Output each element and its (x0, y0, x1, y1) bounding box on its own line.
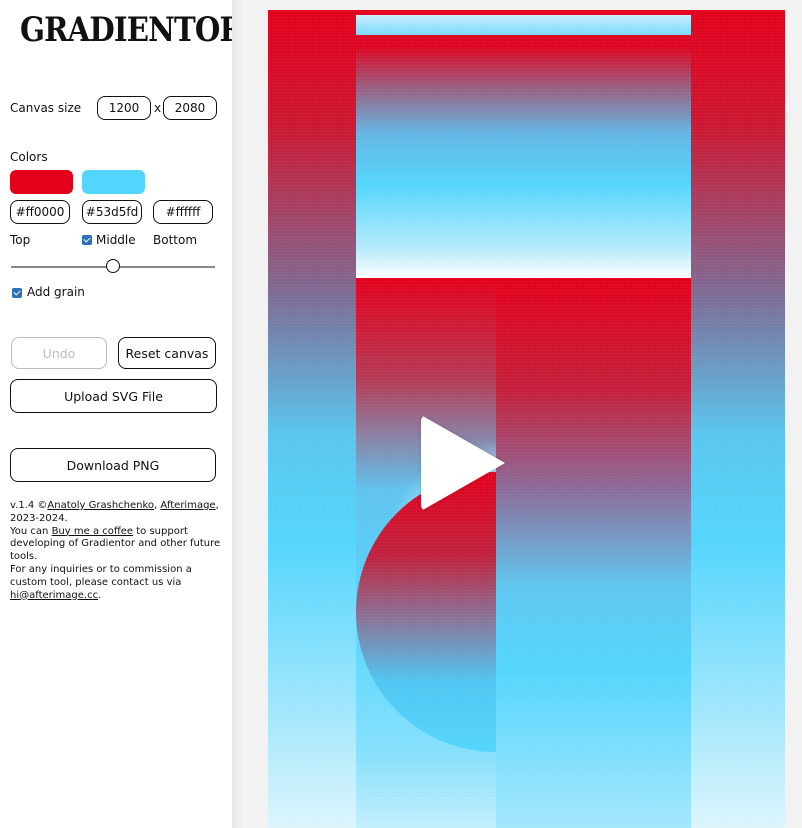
canvas-height-input[interactable]: 2080 (163, 96, 217, 120)
canvas-top-bar-shape (356, 15, 691, 35)
buy-coffee-link[interactable]: Buy me a coffee (52, 526, 133, 537)
sidebar-shadow (232, 0, 246, 828)
canvas-width-input[interactable]: 1200 (97, 96, 151, 120)
grain-checkbox[interactable] (12, 288, 22, 298)
bottom-color-hex-input[interactable]: #ffffff (153, 200, 213, 224)
play-icon[interactable] (421, 415, 505, 511)
comma: , (154, 500, 158, 511)
top-color-label: Top (10, 233, 31, 247)
reset-canvas-button[interactable]: Reset canvas (118, 337, 216, 369)
canvas-right-column-shape (496, 278, 691, 828)
middle-color-hex-input[interactable]: #53d5fd (82, 200, 142, 224)
download-png-button[interactable]: Download PNG (10, 448, 216, 482)
colors-label: Colors (10, 150, 48, 164)
top-color-swatch[interactable] (10, 170, 73, 194)
middle-checkbox[interactable] (82, 235, 92, 245)
studio-link[interactable]: Afterimage (160, 500, 215, 511)
canvas-size-label: Canvas size (10, 101, 82, 115)
sidebar: GRADIENTOR Canvas size 1200 x 2080 Color… (0, 0, 244, 828)
email-period: . (98, 589, 102, 601)
app-logo: GRADIENTOR (20, 10, 244, 50)
author-link[interactable]: Anatoly Grashchenko (47, 500, 154, 511)
bottom-color-label: Bottom (153, 233, 198, 247)
grain-label: Add grain (27, 285, 85, 299)
email-link[interactable]: hi@afterimage.cc (10, 590, 98, 601)
middle-color-label: Middle (96, 233, 136, 247)
contact-text: For any inquiries or to commission a cus… (10, 563, 192, 588)
footer-credits: v.1.4 ©Anatoly Grashchenko, Afterimage, … (10, 500, 222, 602)
canvas-size-separator: x (154, 101, 162, 115)
undo-button[interactable]: Undo (11, 337, 107, 369)
top-color-hex-input[interactable]: #ff0000 (10, 200, 70, 224)
canvas-middle-panel-shape (356, 44, 691, 278)
upload-svg-button[interactable]: Upload SVG File (10, 379, 217, 413)
middle-color-swatch[interactable] (82, 170, 145, 194)
version-text: v.1.4 © (10, 500, 48, 511)
gradient-slider-thumb[interactable] (106, 259, 120, 273)
gradient-canvas[interactable] (268, 10, 785, 828)
support-pre-text: You can (10, 525, 49, 537)
